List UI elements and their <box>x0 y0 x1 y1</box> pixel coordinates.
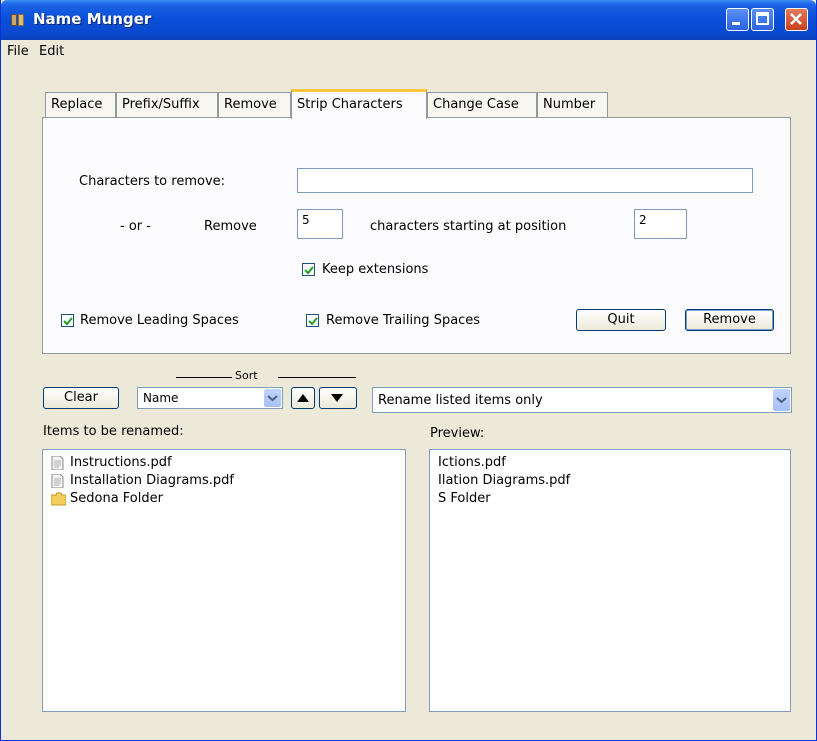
pdf-file-icon <box>51 474 64 488</box>
remove-leading-spaces-checkbox[interactable] <box>61 314 74 327</box>
check-icon <box>304 266 314 275</box>
preview-label: Preview: <box>430 426 485 441</box>
starting-position-label: characters starting at position <box>370 219 567 234</box>
sort-select[interactable]: Name <box>137 387 283 409</box>
remove-button[interactable]: Remove <box>685 309 774 331</box>
menu-edit[interactable]: Edit <box>39 44 64 59</box>
tab-replace[interactable]: Replace <box>45 92 116 118</box>
minimize-button[interactable] <box>726 8 749 31</box>
maximize-icon <box>756 12 769 25</box>
app-window: Name Munger File Edit Replace Prefix/Suf… <box>0 0 817 741</box>
tab-number[interactable]: Number <box>537 92 608 118</box>
chars-to-remove-input[interactable] <box>297 168 753 193</box>
items-to-rename-label: Items to be renamed: <box>43 424 184 439</box>
list-item: S Folder <box>438 491 491 506</box>
title-bar[interactable]: Name Munger <box>1 0 816 40</box>
rename-mode-value: Rename listed items only <box>378 393 543 408</box>
remove-count-input[interactable]: 5 <box>297 209 343 239</box>
window-title: Name Munger <box>33 10 152 28</box>
remove-count-label: Remove <box>204 219 257 234</box>
pdf-file-icon <box>51 456 64 470</box>
rename-mode-select[interactable]: Rename listed items only <box>372 387 792 413</box>
list-item: Ilation Diagrams.pdf <box>438 473 571 488</box>
check-icon <box>308 317 318 326</box>
preview-list[interactable]: Ictions.pdf Ilation Diagrams.pdf S Folde… <box>429 449 791 712</box>
items-list[interactable]: Instructions.pdf Installation Diagrams.p… <box>42 449 406 712</box>
app-icon <box>11 14 24 26</box>
menu-file[interactable]: File <box>7 44 29 59</box>
strip-characters-panel: Characters to remove: - or - Remove 5 ch… <box>42 117 791 354</box>
start-position-input[interactable]: 2 <box>634 209 687 239</box>
tab-prefix-suffix[interactable]: Prefix/Suffix <box>116 92 218 118</box>
tab-strip-characters[interactable]: Strip Characters <box>291 89 427 119</box>
close-icon <box>790 13 802 25</box>
remove-trailing-spaces-checkbox[interactable] <box>306 314 319 327</box>
sort-descending-button[interactable] <box>319 387 357 409</box>
sort-divider-left <box>176 377 232 378</box>
chevron-down-icon <box>773 389 790 411</box>
keep-extensions-checkbox[interactable] <box>302 263 315 276</box>
chevron-down-icon <box>264 389 281 407</box>
check-icon <box>63 317 73 326</box>
remove-trailing-spaces-label: Remove Trailing Spaces <box>326 313 481 328</box>
sort-ascending-button[interactable] <box>291 387 315 409</box>
keep-extensions-label: Keep extensions <box>322 262 429 277</box>
triangle-down-icon <box>331 394 343 402</box>
close-button[interactable] <box>785 8 808 31</box>
list-item: Ictions.pdf <box>438 455 506 470</box>
folder-icon <box>51 492 66 506</box>
minimize-icon <box>732 22 740 25</box>
sort-label: Sort <box>235 369 258 382</box>
sort-divider-right <box>278 377 356 378</box>
clear-button[interactable]: Clear <box>43 387 119 409</box>
triangle-up-icon <box>297 394 309 402</box>
quit-button[interactable]: Quit <box>576 309 666 331</box>
or-label: - or - <box>120 219 151 234</box>
chars-to-remove-label: Characters to remove: <box>79 174 226 189</box>
tab-remove[interactable]: Remove <box>218 92 291 118</box>
sort-select-value: Name <box>143 391 179 405</box>
maximize-button[interactable] <box>751 8 774 31</box>
remove-leading-spaces-label: Remove Leading Spaces <box>80 313 239 328</box>
tab-change-case[interactable]: Change Case <box>427 92 537 118</box>
menu-bar: File Edit <box>1 40 816 64</box>
